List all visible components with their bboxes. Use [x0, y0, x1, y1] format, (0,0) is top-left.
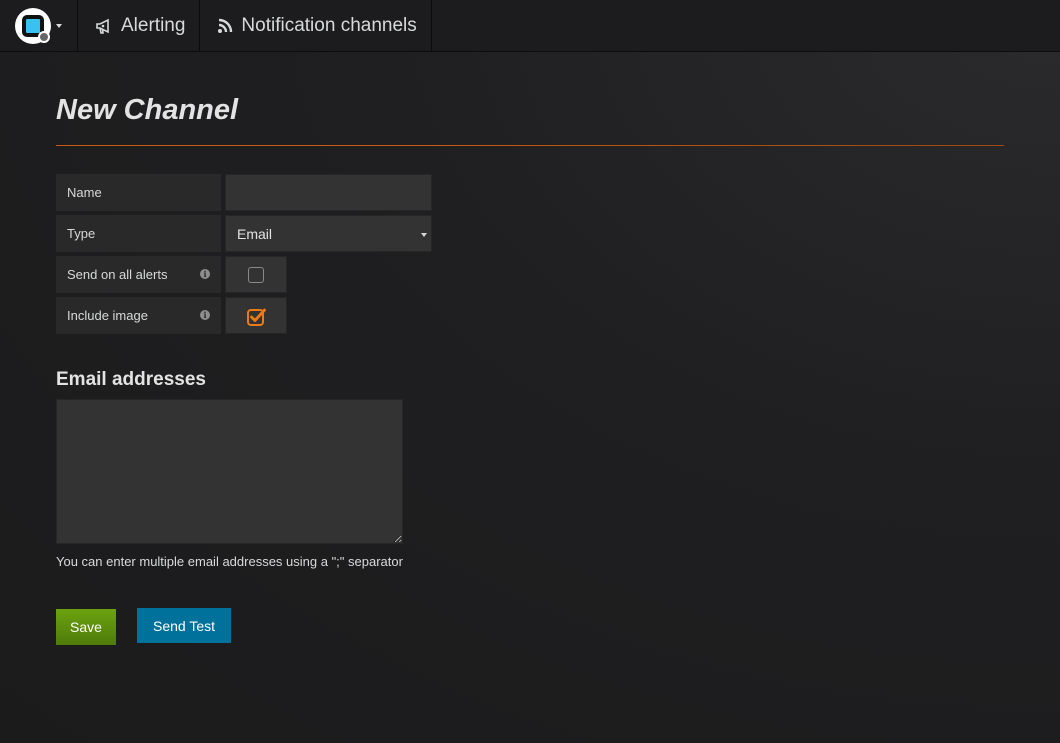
- send-on-all-alerts-label-text: Send on all alerts: [67, 267, 168, 282]
- include-image-label: Include image i: [56, 297, 221, 334]
- type-row: Type Email: [56, 215, 1004, 252]
- save-button[interactable]: Save: [56, 609, 116, 645]
- name-row: Name: [56, 174, 1004, 211]
- name-input[interactable]: [225, 174, 432, 211]
- info-icon[interactable]: i: [200, 269, 210, 279]
- rss-icon: [216, 17, 234, 35]
- include-image-toggle[interactable]: [225, 297, 287, 334]
- type-label: Type: [56, 215, 221, 252]
- form-actions: Save Send Test: [56, 608, 1004, 645]
- main-content: New Channel Name Type Email Send on all …: [56, 90, 1004, 645]
- caret-down-icon: [421, 233, 427, 237]
- name-label-text: Name: [67, 185, 102, 200]
- breadcrumb-alerting[interactable]: Alerting: [78, 0, 201, 51]
- info-icon[interactable]: i: [200, 310, 210, 320]
- email-addresses-heading: Email addresses: [56, 369, 206, 390]
- title-divider: [56, 145, 1004, 146]
- checkbox-checked-icon: [247, 307, 266, 326]
- include-image-row: Include image i: [56, 297, 1004, 334]
- breadcrumb-notification-channels-label: Notification channels: [241, 14, 417, 36]
- megaphone-icon: [94, 16, 114, 36]
- type-label-text: Type: [67, 226, 96, 241]
- send-on-all-alerts-label: Send on all alerts i: [56, 256, 221, 293]
- include-image-label-text: Include image: [67, 308, 148, 323]
- logo-menu-button[interactable]: [0, 0, 78, 51]
- send-test-button[interactable]: Send Test: [137, 608, 231, 643]
- chevron-down-icon: [56, 23, 62, 28]
- email-addresses-textarea[interactable]: [56, 399, 403, 544]
- type-select[interactable]: Email: [225, 215, 432, 252]
- send-on-all-alerts-toggle[interactable]: [225, 256, 287, 293]
- channel-form: Name Type Email Send on all alerts i Inc…: [56, 174, 1004, 334]
- send-on-all-alerts-row: Send on all alerts i: [56, 256, 1004, 293]
- page: Alerting Notification channels New Chann…: [0, 0, 1060, 743]
- breadcrumb-notification-channels[interactable]: Notification channels: [200, 0, 432, 51]
- name-label: Name: [56, 174, 221, 211]
- grafana-logo-icon: [15, 7, 51, 44]
- type-select-value: Email: [237, 225, 273, 242]
- page-title: New Channel: [56, 94, 239, 126]
- email-help-text: You can enter multiple email addresses u…: [56, 554, 403, 569]
- checkbox-unchecked-icon: [248, 266, 264, 283]
- breadcrumb-alerting-label: Alerting: [121, 14, 186, 36]
- top-navbar: Alerting Notification channels: [0, 0, 1060, 52]
